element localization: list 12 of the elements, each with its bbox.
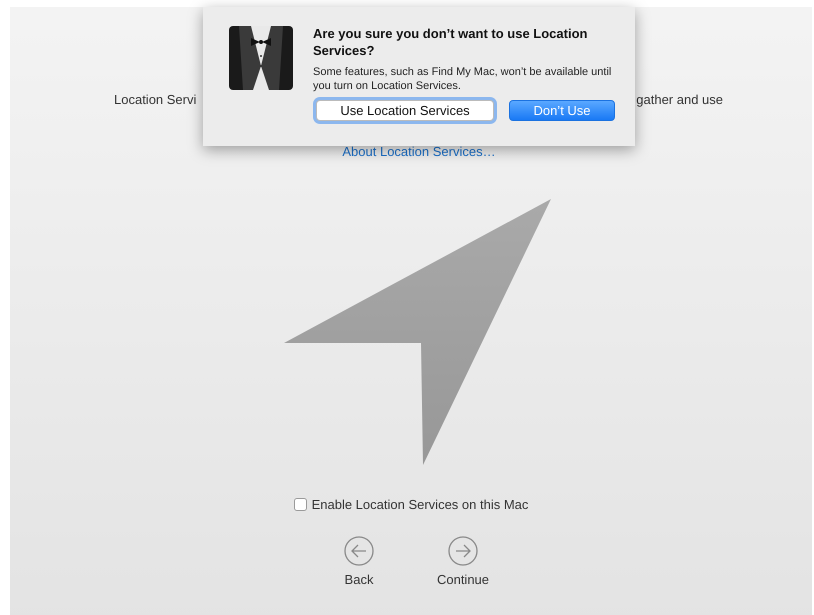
- location-arrow-icon: [284, 199, 552, 467]
- about-link[interactable]: About Location Services…: [342, 144, 496, 159]
- description-text: Location Servi: [114, 92, 196, 107]
- checkbox[interactable]: [294, 498, 307, 511]
- dialog-title: Are you sure you don’t want to use Location Services?: [313, 25, 588, 59]
- tuxedo-icon: [229, 26, 293, 90]
- use-location-button[interactable]: Use Location Services: [316, 100, 494, 121]
- description-text: gather and use: [636, 92, 723, 107]
- back-button[interactable]: Back: [329, 536, 389, 587]
- continue-button[interactable]: Continue: [433, 536, 493, 587]
- checkbox-label: Enable Location Services on this Mac: [312, 497, 528, 512]
- dialog-message: Some features, such as Find My Mac, won’t be available until you turn on Location Services.: [313, 65, 612, 93]
